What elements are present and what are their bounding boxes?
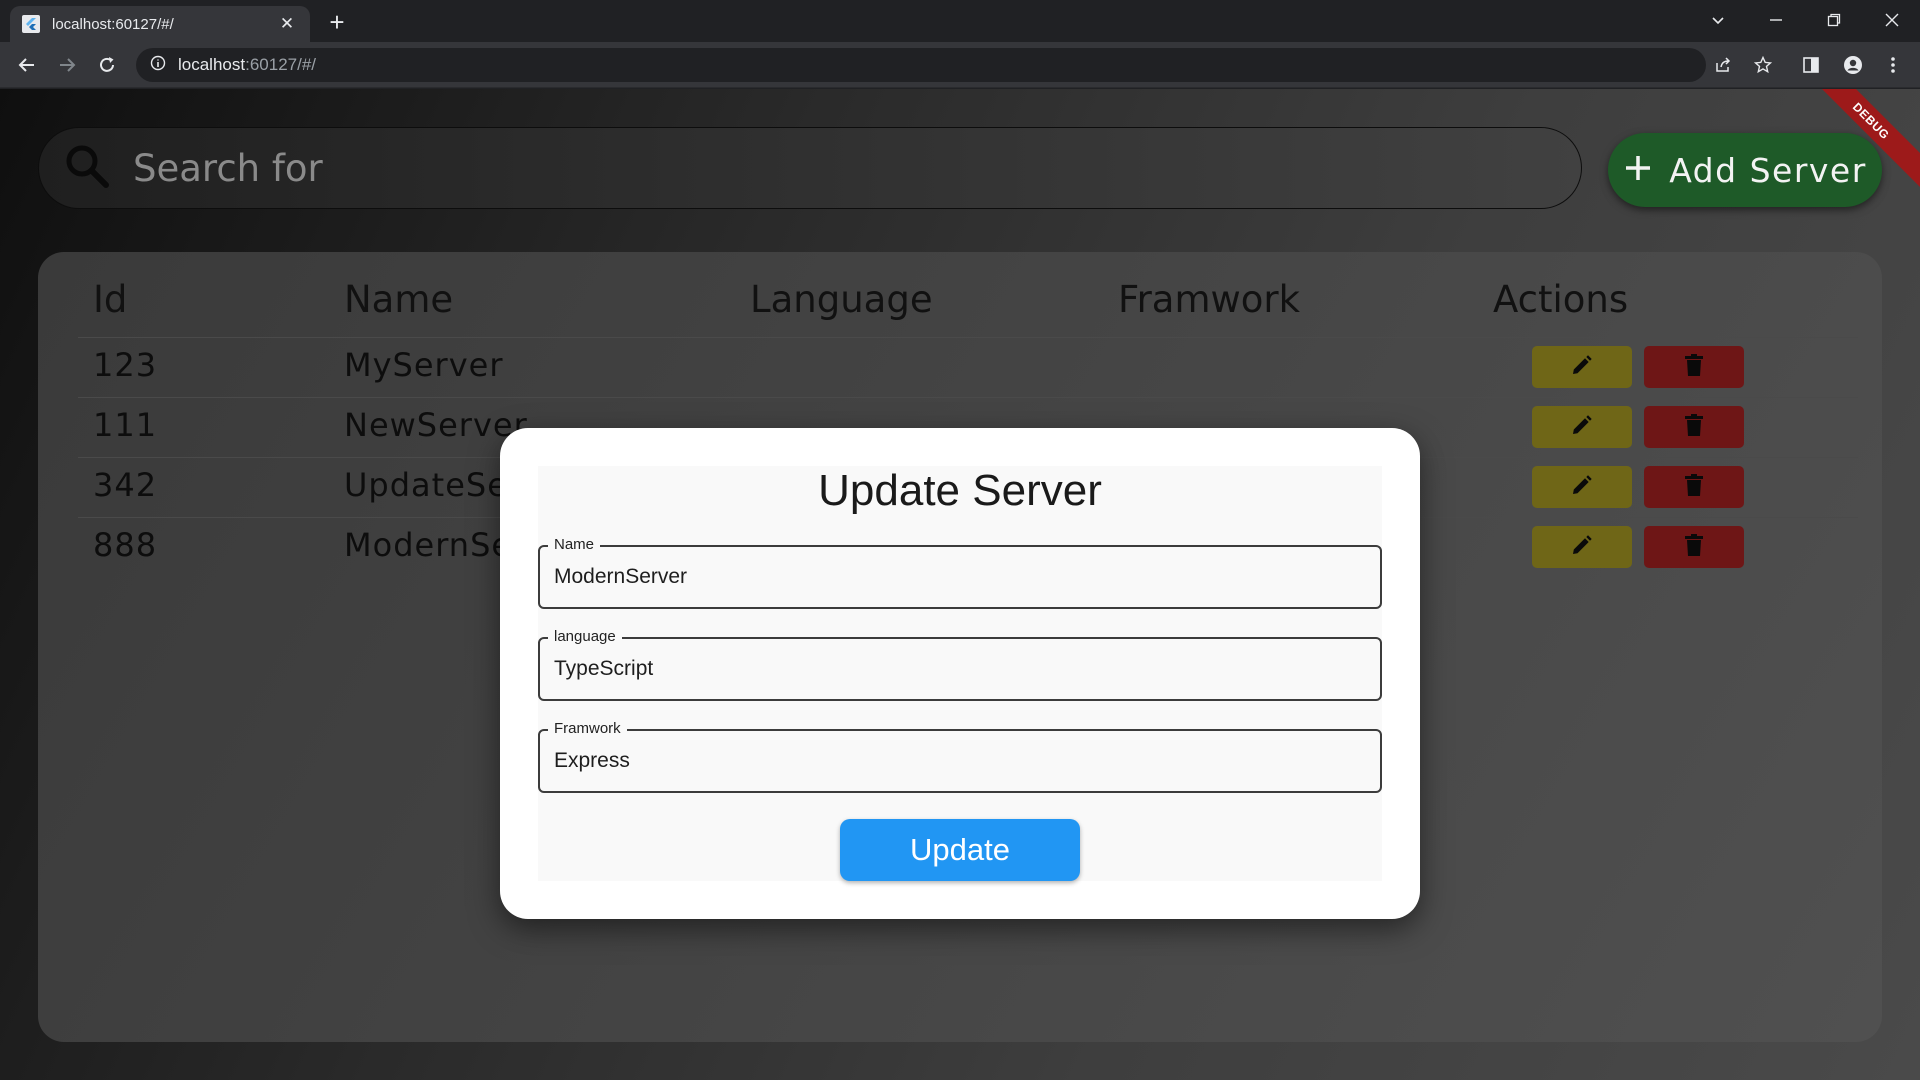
table-row: 123 MyServer xyxy=(78,337,1858,397)
trash-icon xyxy=(1683,353,1705,382)
name-field[interactable]: Name xyxy=(538,536,1382,609)
flutter-favicon-icon xyxy=(22,15,40,33)
dialog-title: Update Server xyxy=(818,466,1102,515)
profile-avatar-icon[interactable] xyxy=(1838,50,1868,80)
framework-input[interactable] xyxy=(554,731,1364,791)
browser-tab[interactable]: localhost:60127/#/ ✕ xyxy=(10,6,310,42)
search-placeholder: Search for xyxy=(133,146,323,190)
app-viewport: Search for Add Server DEBUG Id Name Lang… xyxy=(0,89,1920,1080)
dialog-form: Update Server Name language Framwork Upd… xyxy=(538,466,1382,881)
language-field[interactable]: language xyxy=(538,628,1382,701)
pencil-icon xyxy=(1570,473,1594,502)
trash-icon xyxy=(1683,413,1705,442)
row-id: 111 xyxy=(93,406,158,444)
delete-button[interactable] xyxy=(1644,346,1744,388)
restore-icon[interactable] xyxy=(1806,0,1862,40)
browser-tabstrip: localhost:60127/#/ ✕ + xyxy=(0,0,1920,42)
tab-title: localhost:60127/#/ xyxy=(52,15,174,33)
edit-button[interactable] xyxy=(1532,406,1632,448)
delete-button[interactable] xyxy=(1644,526,1744,568)
url-host: localhost xyxy=(178,55,246,74)
browser-menu-icon[interactable] xyxy=(1878,50,1908,80)
site-info-icon[interactable] xyxy=(150,55,166,76)
address-bar[interactable]: localhost:60127/#/ xyxy=(136,48,1706,82)
edit-button[interactable] xyxy=(1532,466,1632,508)
search-bar[interactable]: Search for xyxy=(38,127,1582,209)
header-name: Name xyxy=(344,278,454,321)
url-path: :60127/#/ xyxy=(245,55,317,74)
url-text: localhost:60127/#/ xyxy=(178,55,316,75)
row-name: NewServer xyxy=(344,406,528,444)
update-server-dialog: Update Server Name language Framwork Upd… xyxy=(500,428,1420,919)
edit-button[interactable] xyxy=(1532,526,1632,568)
row-id: 123 xyxy=(93,346,158,384)
back-arrow-icon[interactable] xyxy=(12,50,42,80)
forward-arrow-icon[interactable] xyxy=(52,50,82,80)
bookmark-star-icon[interactable] xyxy=(1748,50,1778,80)
framework-field[interactable]: Framwork xyxy=(538,720,1382,793)
name-input[interactable] xyxy=(554,547,1364,607)
close-tab-icon[interactable]: ✕ xyxy=(276,14,298,34)
plus-icon xyxy=(1623,153,1653,188)
tab-search-icon[interactable] xyxy=(1690,0,1746,40)
header-id: Id xyxy=(93,278,128,321)
delete-button[interactable] xyxy=(1644,466,1744,508)
add-server-label: Add Server xyxy=(1669,150,1867,190)
new-tab-button[interactable]: + xyxy=(322,8,352,38)
search-icon xyxy=(63,142,111,195)
edit-button[interactable] xyxy=(1532,346,1632,388)
row-name: MyServer xyxy=(344,346,504,384)
row-id: 888 xyxy=(93,526,158,564)
minimize-icon[interactable] xyxy=(1748,0,1804,40)
header-framework: Framwork xyxy=(1118,278,1301,321)
update-button[interactable]: Update xyxy=(840,819,1080,881)
pencil-icon xyxy=(1570,533,1594,562)
close-window-icon[interactable] xyxy=(1864,0,1920,40)
add-server-button[interactable]: Add Server xyxy=(1608,133,1882,207)
trash-icon xyxy=(1683,533,1705,562)
row-id: 342 xyxy=(93,466,158,504)
reload-icon[interactable] xyxy=(92,50,122,80)
share-icon[interactable] xyxy=(1708,50,1738,80)
language-input[interactable] xyxy=(554,639,1364,699)
table-header: Id Name Language Framwork Actions xyxy=(38,278,1882,338)
header-language: Language xyxy=(750,278,933,321)
side-panel-icon[interactable] xyxy=(1796,50,1826,80)
pencil-icon xyxy=(1570,413,1594,442)
browser-toolbar: localhost:60127/#/ xyxy=(0,42,1920,88)
pencil-icon xyxy=(1570,353,1594,382)
delete-button[interactable] xyxy=(1644,406,1744,448)
header-actions: Actions xyxy=(1493,278,1629,321)
trash-icon xyxy=(1683,473,1705,502)
